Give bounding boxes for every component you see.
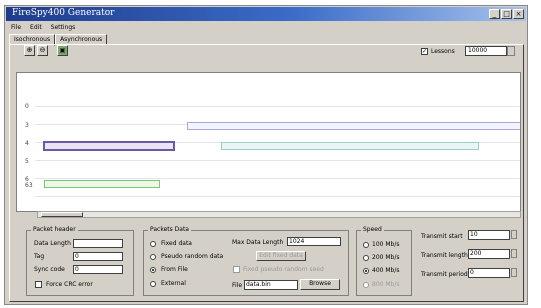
group-title: Packets Data (148, 226, 191, 233)
row-label: 0 (25, 103, 29, 110)
file-label: File (232, 282, 243, 289)
zoom-out-icon: ⊖ (39, 46, 46, 54)
radio-pseudo-random[interactable] (150, 254, 156, 260)
minimize-button[interactable]: _ (489, 9, 500, 19)
gridline (35, 196, 520, 197)
browse-button[interactable]: Browse (300, 279, 340, 290)
radio-speed-400[interactable] (363, 268, 369, 274)
transmit-period-label: Transmit period (421, 271, 468, 278)
transmit-length-label: Transmit length (421, 252, 468, 259)
radio-label: 200 Mb/s (372, 254, 400, 261)
data-length-label: Data Length (34, 240, 71, 247)
group-title: Speed (361, 226, 384, 233)
force-crc-checkbox[interactable] (35, 281, 42, 288)
packet-segment[interactable] (221, 142, 479, 150)
title-bar[interactable]: FireSpy400 Generator _ □ × (6, 7, 526, 21)
fixed-pseudo-label: Fixed pseudo random seed (243, 266, 324, 273)
image-button[interactable]: ▣ (57, 45, 68, 56)
lessons-spinner[interactable] (507, 46, 515, 56)
gridline (35, 160, 520, 161)
radio-speed-100[interactable] (363, 242, 369, 248)
packet-timeline[interactable]: 0 3 4 5 6 63 (16, 72, 521, 212)
radio-label: 400 Mb/s (372, 267, 400, 274)
maximize-button[interactable]: □ (501, 9, 512, 19)
zoom-in-icon: ⊕ (26, 46, 33, 54)
speed-group: Speed 100 Mb/s 200 Mb/s 400 Mb/s 800 Mb/… (356, 226, 412, 296)
lessons-input[interactable]: 10000 (465, 46, 507, 56)
radio-fixed-data[interactable] (150, 241, 156, 247)
lessons-label: Lessons (431, 48, 455, 55)
packet-segment[interactable] (187, 122, 520, 130)
gridline (35, 178, 520, 179)
menu-file[interactable]: File (11, 24, 21, 33)
window-title: FireSpy400 Generator (12, 8, 115, 18)
radio-label: Pseudo random data (161, 253, 224, 260)
transmit-length-field[interactable]: 200 (468, 249, 510, 259)
scrollbar-thumb[interactable] (41, 212, 83, 217)
fixed-pseudo-checkbox[interactable] (233, 266, 240, 273)
transmit-start-spinner[interactable] (511, 230, 517, 239)
radio-label: Fixed data (161, 240, 192, 247)
radio-label: From File (161, 266, 188, 273)
transmit-start-field[interactable]: 10 (468, 230, 510, 240)
gridline (35, 106, 520, 107)
zoom-out-button[interactable]: ⊖ (37, 45, 48, 56)
image-icon: ▣ (59, 47, 66, 54)
row-label: 63 (25, 182, 33, 189)
packets-data-group: Packets Data Fixed data Pseudo random da… (143, 226, 349, 296)
close-button[interactable]: × (513, 9, 524, 19)
transmit-start-label: Transmit start (421, 233, 463, 240)
tag-field[interactable]: 0 (73, 252, 123, 261)
packet-header-group: Packet header Data Length Tag 0 Sync cod… (26, 226, 134, 296)
tag-label: Tag (34, 253, 45, 260)
lessons-checkbox[interactable]: ✓ (421, 48, 428, 55)
group-title: Packet header (31, 226, 78, 233)
radio-label: External (161, 280, 186, 287)
radio-speed-800[interactable] (363, 282, 369, 288)
packet-segment-selected[interactable] (43, 141, 175, 151)
timeline-scrollbar[interactable] (37, 211, 521, 218)
sync-code-label: Sync code (34, 266, 65, 273)
radio-external[interactable] (150, 281, 156, 287)
force-crc-label: Force CRC error (46, 281, 93, 288)
radio-label: 800 Mb/s (372, 281, 400, 288)
zoom-in-button[interactable]: ⊕ (24, 45, 35, 56)
transmit-period-spinner[interactable] (511, 268, 517, 277)
transmit-period-field[interactable]: 0 (468, 268, 510, 278)
menu-edit[interactable]: Edit (30, 24, 42, 33)
edit-fixed-data-button[interactable]: Edit fixed data (256, 251, 306, 261)
transmit-length-spinner[interactable] (511, 249, 517, 258)
radio-label: 100 Mb/s (372, 241, 400, 248)
max-data-length-label: Max Data Length (232, 239, 284, 246)
menu-bar: File Edit Settings (11, 24, 75, 33)
row-label: 5 (25, 158, 29, 165)
packet-segment[interactable] (44, 180, 160, 188)
row-label: 4 (25, 140, 29, 147)
data-length-field[interactable] (73, 239, 123, 248)
menu-settings[interactable]: Settings (51, 24, 76, 33)
max-data-length-field[interactable]: 1024 (287, 237, 341, 246)
radio-speed-200[interactable] (363, 255, 369, 261)
file-field[interactable]: data.bin (244, 280, 298, 290)
sync-code-field[interactable]: 0 (73, 265, 123, 274)
row-label: 3 (25, 122, 29, 129)
radio-from-file[interactable] (150, 267, 156, 273)
